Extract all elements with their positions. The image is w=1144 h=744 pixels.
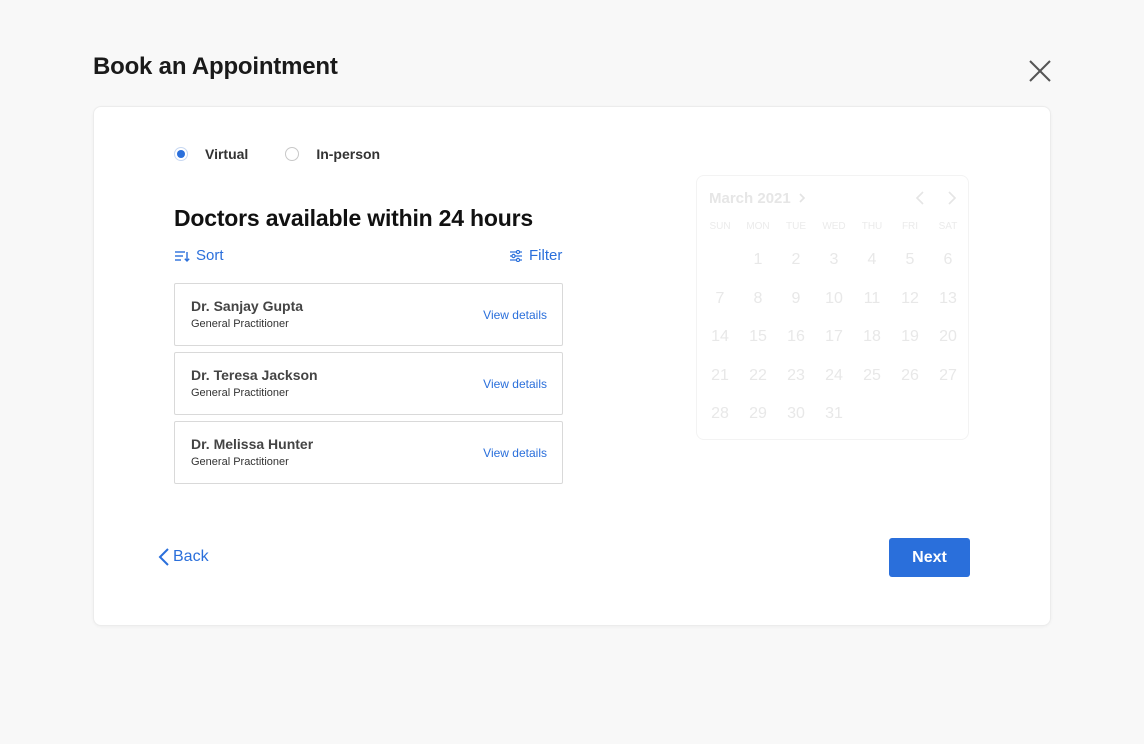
calendar-weekday: SAT xyxy=(938,221,958,232)
calendar-day[interactable]: 22 xyxy=(739,366,777,405)
chevron-right-icon xyxy=(799,193,806,203)
calendar-day[interactable]: 25 xyxy=(853,366,891,405)
calendar-day[interactable]: 1 xyxy=(739,250,777,289)
sort-button[interactable]: Sort xyxy=(174,247,224,264)
calendar-day xyxy=(891,404,929,443)
calendar-day[interactable]: 29 xyxy=(739,404,777,443)
doctor-list: Dr. Sanjay Gupta General Practitioner Vi… xyxy=(174,283,563,490)
calendar-day xyxy=(701,250,739,289)
close-icon[interactable] xyxy=(1026,57,1054,85)
doctor-specialty: General Practitioner xyxy=(191,387,289,399)
filter-button[interactable]: Filter xyxy=(509,247,562,264)
sort-icon xyxy=(175,250,190,262)
calendar-weekday: THU xyxy=(861,221,883,232)
doctor-name: Dr. Melissa Hunter xyxy=(191,436,314,452)
calendar-day xyxy=(929,404,967,443)
calendar-next-button[interactable] xyxy=(946,190,958,211)
calendar-day[interactable]: 23 xyxy=(777,366,815,405)
doctor-card: Dr. Teresa Jackson General Practitioner … xyxy=(174,352,563,415)
calendar-day[interactable]: 10 xyxy=(815,289,853,328)
calendar-day[interactable]: 19 xyxy=(891,327,929,366)
calendar-weekday: WED xyxy=(822,221,846,232)
calendar-weekday: TUE xyxy=(786,221,806,232)
calendar-day[interactable]: 26 xyxy=(891,366,929,405)
next-button[interactable]: Next xyxy=(889,538,970,577)
calendar-weekday: SUN xyxy=(709,221,731,232)
calendar-day[interactable]: 8 xyxy=(739,289,777,328)
calendar-weekday: MON xyxy=(746,221,770,232)
view-details-link[interactable]: View details xyxy=(483,446,547,460)
calendar-day[interactable]: 13 xyxy=(929,289,967,328)
calendar-day[interactable]: 27 xyxy=(929,366,967,405)
calendar-day xyxy=(853,404,891,443)
calendar-day[interactable]: 2 xyxy=(777,250,815,289)
calendar-day[interactable]: 28 xyxy=(701,404,739,443)
page-title: Book an Appointment xyxy=(93,53,338,80)
calendar-day[interactable]: 6 xyxy=(929,250,967,289)
doctor-specialty: General Practitioner xyxy=(191,318,289,330)
doctors-heading: Doctors available within 24 hours xyxy=(174,205,533,231)
calendar-weekday-header: SUN MON TUE WED THU FRI SAT xyxy=(701,221,967,232)
sort-label: Sort xyxy=(196,247,224,264)
view-details-link[interactable]: View details xyxy=(483,308,547,322)
calendar-day[interactable]: 9 xyxy=(777,289,815,328)
calendar-day[interactable]: 5 xyxy=(891,250,929,289)
calendar-day[interactable]: 16 xyxy=(777,327,815,366)
calendar: March 2021 SUN MON TUE WED THU FRI SAT 1234567… xyxy=(696,175,969,440)
doctor-card: Dr. Melissa Hunter General Practitioner … xyxy=(174,421,563,484)
calendar-day[interactable]: 11 xyxy=(853,289,891,328)
radio-virtual[interactable]: Virtual xyxy=(174,146,248,162)
calendar-weekday: FRI xyxy=(901,221,919,232)
radio-in-person-label: In-person xyxy=(316,146,381,162)
doctor-name: Dr. Sanjay Gupta xyxy=(191,298,304,314)
calendar-week: 14 15 16 17 18 19 20 xyxy=(701,327,967,366)
calendar-month-label: March 2021 xyxy=(709,190,791,207)
filter-icon xyxy=(510,249,522,262)
chevron-left-icon xyxy=(158,548,169,566)
calendar-day[interactable]: 4 xyxy=(853,250,891,289)
calendar-day[interactable]: 12 xyxy=(891,289,929,328)
calendar-month-selector[interactable]: March 2021 xyxy=(709,190,807,207)
calendar-day[interactable]: 20 xyxy=(929,327,967,366)
booking-card: Virtual In-person Doctors available with… xyxy=(93,106,1051,626)
chevron-left-icon xyxy=(915,191,924,205)
calendar-day[interactable]: 21 xyxy=(701,366,739,405)
calendar-day[interactable]: 30 xyxy=(777,404,815,443)
calendar-prev-button[interactable] xyxy=(914,190,926,211)
doctor-specialty: General Practitioner xyxy=(191,456,289,468)
calendar-day[interactable]: 15 xyxy=(739,327,777,366)
radio-virtual-label: Virtual xyxy=(205,146,249,162)
calendar-day[interactable]: 24 xyxy=(815,366,853,405)
calendar-week: 7 8 9 10 11 12 13 xyxy=(701,289,967,328)
calendar-day[interactable]: 31 xyxy=(815,404,853,443)
back-button[interactable]: Back xyxy=(158,547,209,567)
calendar-day[interactable]: 18 xyxy=(853,327,891,366)
view-details-link[interactable]: View details xyxy=(483,377,547,391)
calendar-week: 123456 xyxy=(701,250,967,289)
visit-type-radio-group: Virtual In-person xyxy=(174,146,417,162)
calendar-day[interactable]: 14 xyxy=(701,327,739,366)
back-label: Back xyxy=(173,548,209,565)
calendar-day[interactable]: 17 xyxy=(815,327,853,366)
calendar-day[interactable]: 7 xyxy=(701,289,739,328)
radio-virtual-button[interactable] xyxy=(174,147,188,161)
doctor-card: Dr. Sanjay Gupta General Practitioner Vi… xyxy=(174,283,563,346)
chevron-right-icon xyxy=(948,191,957,205)
radio-in-person-button[interactable] xyxy=(285,147,300,161)
filter-label: Filter xyxy=(529,247,563,264)
calendar-day[interactable]: 3 xyxy=(815,250,853,289)
calendar-week: 21 22 23 24 25 26 27 xyxy=(701,366,967,405)
radio-in-person[interactable]: In-person xyxy=(285,146,380,162)
calendar-day-grid: 1 2 3 4 5 6 7 8 9 10 11 12 13 14 15 16 17 18 19 20 21 22 23 24 2… xyxy=(701,250,967,443)
calendar-week: 28 29 30 31 xyxy=(701,404,967,443)
doctor-name: Dr. Teresa Jackson xyxy=(191,367,318,383)
